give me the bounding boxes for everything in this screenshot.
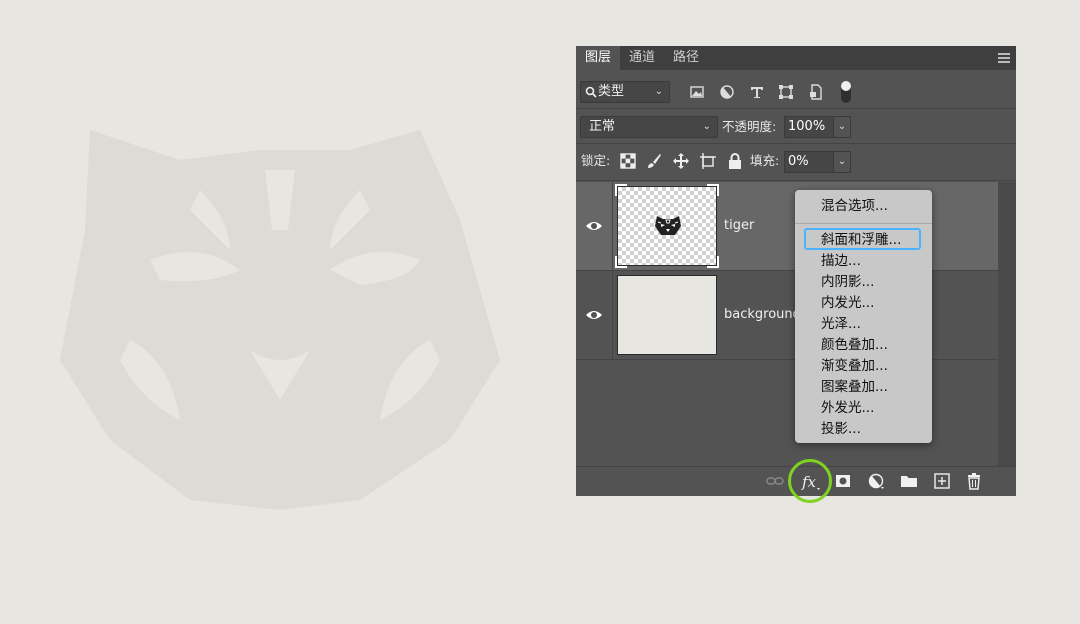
trash-icon[interactable] [965,472,983,490]
menu-item-bevel-emboss[interactable]: 斜面和浮雕... [821,230,901,250]
new-layer-icon[interactable] [933,472,951,490]
smart-object-filter-icon[interactable] [807,83,825,101]
layer-thumbnail-tiger[interactable] [615,184,719,268]
visibility-cell [576,271,613,359]
layer-name-tiger[interactable]: tiger [724,182,754,270]
lock-label: 锁定: [581,153,611,168]
tiger-thumbnail-icon [655,216,681,235]
menu-item-pattern-overlay[interactable]: 图案叠加... [821,377,888,397]
menu-item-color-overlay[interactable]: 颜色叠加... [821,335,888,355]
link-layers-icon[interactable] [766,472,784,490]
visibility-cell [576,182,613,270]
fx-highlight-ring [788,459,832,503]
menu-item-inner-shadow[interactable]: 内阴影... [821,272,874,292]
lock-image-pixels-icon[interactable] [645,152,663,170]
menu-item-drop-shadow[interactable]: 投影... [821,419,861,439]
eye-icon[interactable] [585,308,603,322]
document-canvas [0,0,576,624]
lock-position-icon[interactable] [672,152,690,170]
blend-mode-value: 正常 [589,119,616,134]
panel-menu-icon[interactable] [998,53,1010,65]
opacity-label: 不透明度: [722,119,777,134]
fill-label: 填充: [750,153,780,168]
menu-item-blending-options[interactable]: 混合选项... [821,196,888,216]
shape-filter-icon[interactable] [777,83,795,101]
layer-name-background[interactable]: background [724,271,801,359]
layer-thumbnail-background[interactable] [617,275,717,355]
panel-tabs: 图层 通道 路径 [576,46,1016,70]
search-icon [585,86,597,98]
opacity-chevron-icon[interactable]: ⌄ [833,116,851,138]
tab-layers[interactable]: 图层 [576,46,621,70]
menu-item-satin[interactable]: 光泽... [821,314,861,334]
menu-item-stroke[interactable]: 描边... [821,251,861,271]
menu-item-gradient-overlay[interactable]: 渐变叠加... [821,356,888,376]
adjustment-filter-icon[interactable] [718,83,736,101]
layer-row-background[interactable]: background [576,271,998,360]
fill-input[interactable]: 0% [784,151,835,173]
filter-toggle-icon[interactable] [838,79,854,105]
image-filter-icon[interactable] [688,83,706,101]
filter-kind-dropdown[interactable]: 类型 ⌄ [580,81,670,103]
chevron-down-icon: ⌄ [702,121,711,132]
tab-channels[interactable]: 通道 [620,46,664,70]
tab-paths[interactable]: 路径 [664,46,708,70]
layers-list: tiger background [576,182,998,466]
menu-item-outer-glow[interactable]: 外发光... [821,398,874,418]
blend-mode-dropdown[interactable]: 正常 ⌄ [580,116,718,138]
fill-chevron-icon[interactable]: ⌄ [833,151,851,173]
layer-row-tiger[interactable]: tiger [576,182,998,271]
opacity-input[interactable]: 100% [784,116,835,138]
menu-item-inner-glow[interactable]: 内发光... [821,293,874,313]
lock-artboard-icon[interactable] [699,152,717,170]
group-folder-icon[interactable] [900,472,918,490]
lock-transparent-pixels-icon[interactable] [619,152,637,170]
type-filter-icon[interactable] [748,83,766,101]
mask-icon[interactable] [834,472,852,490]
chevron-down-icon: ⌄ [654,86,663,97]
layer-style-menu: 混合选项... 斜面和浮雕... 描边... 内阴影... 内发光... 光泽.… [795,190,932,443]
tiger-watermark-artwork [60,130,500,510]
adjustment-layer-icon[interactable] [867,472,885,490]
eye-icon[interactable] [585,219,603,233]
menu-separator [795,223,932,224]
layers-scrollbar[interactable] [998,182,1016,466]
lock-all-icon[interactable] [726,152,744,170]
filter-kind-label: 类型 [598,84,625,99]
